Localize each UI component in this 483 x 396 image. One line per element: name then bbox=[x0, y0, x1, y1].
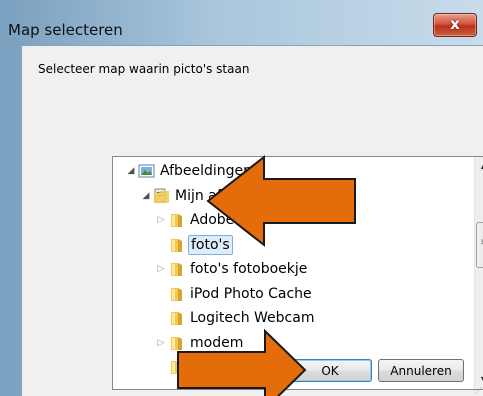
expand-icon[interactable]: ▷ bbox=[157, 336, 165, 350]
folder-icon bbox=[171, 336, 182, 350]
tree-item-label: MyPics1 bbox=[190, 359, 247, 375]
tree-item[interactable]: ▷ foto's fotoboekje bbox=[113, 258, 468, 282]
tree-item-label: modem bbox=[190, 334, 244, 351]
resize-grip-icon[interactable]: ⋰ bbox=[474, 386, 483, 396]
dialog-window: Map selecteren x Selecteer map waarin pi… bbox=[0, 0, 483, 396]
window-title: Map selecteren bbox=[8, 21, 123, 39]
cancel-button[interactable]: Annuleren bbox=[378, 359, 464, 382]
tree-item-label: foto's fotoboekje bbox=[190, 261, 308, 277]
ok-button[interactable]: OK bbox=[288, 359, 372, 382]
folder-icon bbox=[171, 214, 182, 227]
tree-item[interactable]: ▷ Adobe bbox=[113, 209, 468, 233]
collapse-icon[interactable]: ◢ bbox=[127, 164, 135, 178]
folder-tree[interactable]: ◢ Afbeeldingen ◢ Mijn afbeeldingen ▷ Adobe fot… bbox=[112, 156, 483, 390]
tree-item-label: foto's bbox=[188, 234, 233, 255]
expand-icon[interactable]: ▷ bbox=[157, 262, 165, 276]
folder-icon bbox=[171, 287, 182, 301]
folder-icon bbox=[171, 238, 182, 252]
tree-item[interactable]: foto's bbox=[113, 234, 468, 258]
close-button[interactable]: x bbox=[433, 13, 477, 37]
dialog-body: Selecteer map waarin picto's staan ◢ Afbe… bbox=[21, 45, 483, 396]
folder-icon bbox=[171, 312, 182, 325]
tree-item[interactable]: Logitech Webcam bbox=[113, 307, 468, 331]
scroll-thumb[interactable]: ≡ bbox=[476, 222, 483, 268]
folder-documents-icon bbox=[154, 188, 169, 203]
tree-item[interactable]: iPod Photo Cache bbox=[113, 283, 468, 307]
collapse-icon[interactable]: ◢ bbox=[142, 189, 150, 203]
library-pictures-icon bbox=[138, 164, 155, 178]
dialog-description: Selecteer map waarin picto's staan bbox=[38, 62, 250, 76]
tree-item[interactable]: ◢ Mijn afbeeldingen bbox=[113, 185, 468, 209]
tree-item[interactable]: ◢ Afbeeldingen bbox=[113, 160, 468, 184]
expand-icon[interactable]: ▷ bbox=[157, 213, 165, 227]
tree-item-label: Logitech Webcam bbox=[190, 310, 315, 326]
thumb-grip-icon: ≡ bbox=[477, 237, 483, 248]
scroll-up-icon[interactable]: ▲ bbox=[475, 157, 483, 174]
folder-icon bbox=[171, 361, 182, 374]
tree-item-label: Mijn afbeeldingen bbox=[175, 187, 300, 204]
close-icon: x bbox=[450, 15, 460, 33]
folder-icon bbox=[171, 263, 182, 276]
title-bar[interactable]: Map selecteren x bbox=[0, 0, 483, 40]
tree-item-label: Afbeeldingen bbox=[160, 163, 253, 179]
tree-item-label: iPod Photo Cache bbox=[190, 285, 312, 302]
vertical-scrollbar[interactable]: ▲ ≡ ▼ bbox=[474, 157, 483, 389]
tree-item-label: Adobe bbox=[190, 212, 235, 228]
tree-item[interactable]: ▷ modem bbox=[113, 332, 468, 356]
folder-tree-items: ◢ Afbeeldingen ◢ Mijn afbeeldingen ▷ Adobe fot… bbox=[113, 157, 473, 389]
